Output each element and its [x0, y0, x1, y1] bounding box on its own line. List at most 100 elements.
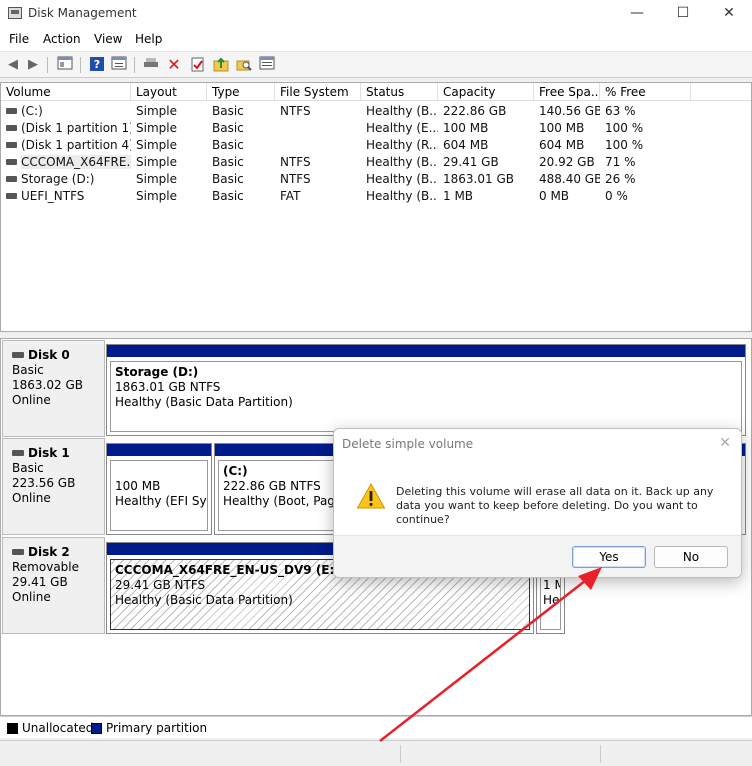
disk-0-info[interactable]: Disk 0 Basic 1863.02 GB Online — [2, 340, 105, 437]
console-tree-icon[interactable] — [56, 56, 74, 74]
folder-up-icon[interactable] — [212, 56, 230, 74]
yes-button[interactable]: Yes — [572, 546, 646, 568]
column-layout[interactable]: Layout — [131, 83, 207, 101]
disk-state: Online — [12, 491, 51, 505]
volume-file-system: NTFS — [280, 155, 311, 169]
settings-list-icon[interactable] — [258, 56, 276, 74]
volume-capacity: 222.86 GB — [443, 104, 507, 118]
volume-layout: Simple — [136, 138, 177, 152]
help-icon[interactable]: ? — [88, 56, 106, 74]
menu-file[interactable]: File — [9, 32, 29, 46]
disk-1-info[interactable]: Disk 1 Basic 223.56 GB Online — [2, 438, 105, 535]
volume-type: Basic — [212, 138, 244, 152]
column-capacity[interactable]: Capacity — [438, 83, 534, 101]
drive-icon — [6, 176, 17, 182]
partition-storage-d[interactable]: Storage (D:) 1863.01 GB NTFS Healthy (Ba… — [106, 344, 746, 436]
volume-row[interactable]: (Disk 1 partition 1) Simple Basic Health… — [1, 120, 751, 137]
volume-row[interactable]: (Disk 1 partition 4) Simple Basic Health… — [1, 137, 751, 154]
volume-row[interactable]: Storage (D:) Simple Basic NTFS Healthy (… — [1, 171, 751, 188]
menu-help[interactable]: Help — [135, 32, 162, 46]
volume-free-space: 488.40 GB — [539, 172, 600, 186]
disk-icon — [12, 450, 24, 456]
menu-view[interactable]: View — [94, 32, 122, 46]
disk-type: Basic — [12, 363, 44, 377]
volume-percent-free: 100 % — [605, 121, 644, 135]
volume-row[interactable]: (C:) Simple Basic NTFS Healthy (B... 222… — [1, 103, 751, 120]
volume-capacity: 29.41 GB — [443, 155, 499, 169]
volume-list: Volume Layout Type File System Status Ca… — [0, 82, 752, 332]
volume-free-space: 0 MB — [539, 189, 570, 203]
legend-primary-partition: Primary partition — [106, 721, 208, 735]
volume-free-space: 100 MB — [539, 121, 585, 135]
no-button[interactable]: No — [654, 546, 728, 568]
disk-icon — [12, 352, 24, 358]
window-title: Disk Management — [28, 6, 137, 20]
folder-search-icon[interactable] — [235, 56, 253, 74]
legend: Unallocated Primary partition — [0, 716, 752, 738]
volume-file-system: FAT — [280, 189, 301, 203]
volume-list-header: Volume Layout Type File System Status Ca… — [1, 83, 751, 101]
volume-row[interactable]: CCCOMA_X64FRE... Simple Basic NTFS Healt… — [1, 154, 751, 171]
dialog-message: Deleting this volume will erase all data… — [396, 485, 714, 526]
volume-name: CCCOMA_X64FRE... — [21, 155, 131, 169]
primary-partition-bar — [107, 345, 745, 357]
disk-size: 1863.02 GB — [12, 378, 83, 392]
column-type[interactable]: Type — [207, 83, 275, 101]
volume-status: Healthy (B... — [366, 104, 438, 118]
volume-status: Healthy (E... — [366, 121, 438, 135]
column-volume[interactable]: Volume — [1, 83, 131, 101]
close-button[interactable]: ✕ — [706, 2, 752, 26]
status-separator — [400, 745, 401, 763]
column-file-system[interactable]: File System — [275, 83, 361, 101]
volume-status: Healthy (B... — [366, 172, 438, 186]
status-bar — [0, 740, 752, 766]
volume-layout: Simple — [136, 104, 177, 118]
volume-layout: Simple — [136, 172, 177, 186]
column-status[interactable]: Status — [361, 83, 438, 101]
column-percent-free[interactable]: % Free — [600, 83, 691, 101]
delete-icon[interactable]: ✕ — [165, 56, 183, 74]
back-icon[interactable]: ◀ — [4, 56, 22, 74]
partition-size: 29.41 GB NTFS — [115, 578, 206, 592]
volume-row[interactable]: UEFI_NTFS Simple Basic FAT Healthy (B...… — [1, 188, 751, 205]
disk-name: Disk 1 — [28, 446, 70, 460]
disk-size: 29.41 GB — [12, 575, 68, 589]
maximize-button[interactable]: ☐ — [660, 2, 706, 26]
volume-file-system — [275, 120, 361, 137]
volume-free-space: 604 MB — [539, 138, 585, 152]
toolbar: ◀ ▶ ? ✕ — [0, 52, 752, 78]
volume-free-space: 20.92 GB — [539, 155, 595, 169]
partition-name: Storage (D:) — [115, 365, 199, 379]
disk-icon — [12, 549, 24, 555]
volume-layout: Simple — [136, 121, 177, 135]
dialog-title: Delete simple volume — [342, 437, 474, 451]
dialog-close-button[interactable]: ✕ — [719, 435, 731, 451]
minimize-button[interactable]: — — [614, 2, 660, 26]
drive-icon — [6, 193, 17, 199]
connect-disk-icon[interactable] — [142, 56, 160, 74]
check-properties-icon[interactable] — [188, 56, 206, 74]
partition-status: Healthy (Basic Data Partition) — [115, 593, 293, 607]
disk-type: Basic — [12, 461, 44, 475]
warning-icon — [356, 482, 386, 509]
partition-efi[interactable]: 100 MB Healthy (EFI Syste — [106, 443, 212, 535]
volume-name: (Disk 1 partition 4) — [21, 138, 131, 152]
volume-percent-free: 26 % — [605, 172, 636, 186]
column-free-space[interactable]: Free Spa... — [534, 83, 600, 101]
forward-icon[interactable]: ▶ — [24, 56, 42, 74]
drive-icon — [6, 159, 17, 165]
disk-name: Disk 0 — [28, 348, 70, 362]
menu-action[interactable]: Action — [43, 32, 81, 46]
disk-2-info[interactable]: Disk 2 Removable 29.41 GB Online — [2, 537, 105, 634]
volume-type: Basic — [212, 172, 244, 186]
legend-unallocated: Unallocated — [22, 721, 94, 735]
dialog-footer: Yes No — [334, 535, 741, 577]
volume-capacity: 604 MB — [443, 138, 489, 152]
volume-layout: Simple — [136, 155, 177, 169]
volume-status: Healthy (R... — [366, 138, 438, 152]
disk-state: Online — [12, 590, 51, 604]
properties-icon[interactable] — [110, 56, 128, 74]
drive-icon — [6, 142, 17, 148]
volume-percent-free: 63 % — [605, 104, 636, 118]
volume-percent-free: 71 % — [605, 155, 636, 169]
